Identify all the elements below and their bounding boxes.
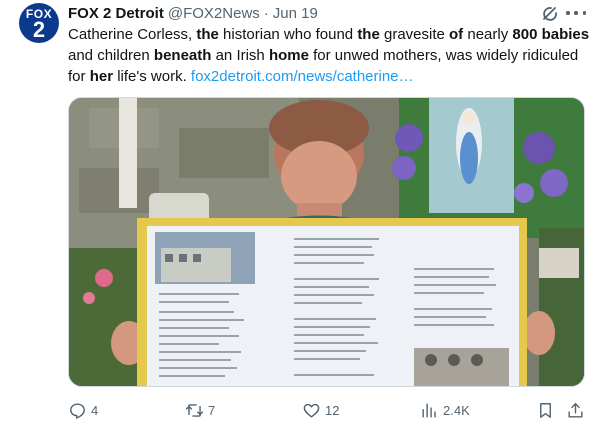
grok-icon[interactable]: [541, 5, 559, 23]
tweet-text-part: gravesite: [379, 26, 450, 43]
like-icon: [303, 403, 320, 418]
tweet-text-highlight: 800: [512, 26, 538, 43]
tweet-text-part: nearly: [463, 26, 513, 43]
tweet-text-highlight: babies: [541, 26, 590, 43]
reply-button[interactable]: 4: [68, 398, 98, 422]
more-icon[interactable]: [566, 4, 586, 22]
repost-count: 7: [208, 402, 216, 418]
author-name[interactable]: FOX 2 Detroit: [68, 5, 164, 22]
tweet-text-part: an Irish: [211, 47, 269, 64]
tweet-photo[interactable]: [68, 97, 585, 387]
tweet-text-part: and children: [68, 47, 154, 64]
reply-count: 4: [91, 402, 99, 418]
tweet-text-highlight: her: [89, 68, 114, 85]
tweet-header: FOX 2 Detroit @FOX2News · Jun 19: [68, 3, 318, 23]
bookmark-button[interactable]: [536, 398, 555, 422]
avatar[interactable]: FOX 2: [19, 3, 59, 43]
timestamp[interactable]: Jun 19: [273, 5, 318, 22]
tweet-text-part: historian who found: [218, 26, 358, 43]
tweet-text-highlight: the: [357, 26, 380, 43]
photo-illustration: [69, 98, 584, 386]
action-bar: 4 7 12 2.4K: [68, 398, 588, 422]
tweet-text-part: life's work.: [113, 68, 191, 85]
repost-button[interactable]: 7: [185, 398, 215, 422]
tweet-text-part: Catherine Corless,: [68, 26, 197, 43]
repost-icon: [185, 403, 204, 417]
tweet-text-highlight: home: [268, 47, 309, 64]
tweet-text-highlight: beneath: [153, 47, 212, 64]
avatar-logo-number: 2: [32, 17, 46, 42]
tweet[interactable]: FOX 2 FOX 2 Detroit @FOX2News · Jun 19 C…: [0, 0, 609, 426]
author-handle[interactable]: @FOX2News: [168, 5, 260, 22]
article-link[interactable]: fox2detroit.com/news/catherine…: [191, 68, 414, 85]
share-button[interactable]: [566, 398, 585, 422]
share-icon: [568, 402, 583, 418]
views-icon: [422, 402, 436, 418]
bookmark-icon: [540, 402, 551, 418]
tweet-text-highlight: of: [449, 26, 464, 43]
reply-icon: [70, 402, 85, 419]
tweet-text: Catherine Corless, the historian who fou…: [68, 24, 593, 87]
tweet-text-highlight: the: [196, 26, 219, 43]
like-button[interactable]: 12: [302, 398, 339, 422]
views-count: 2.4K: [443, 402, 470, 418]
header-separator: ·: [263, 4, 269, 22]
like-count: 12: [325, 402, 340, 418]
views-button[interactable]: 2.4K: [420, 398, 470, 422]
